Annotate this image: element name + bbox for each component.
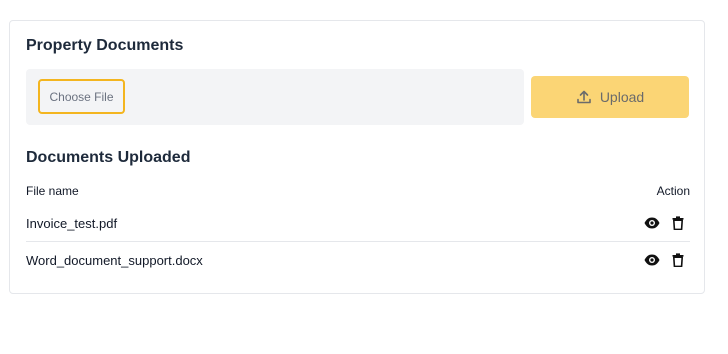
section-title: Property Documents [26, 37, 184, 54]
table-row: Invoice_test.pdf [26, 205, 690, 242]
eye-icon[interactable] [644, 252, 660, 268]
uploaded-section-title: Documents Uploaded [26, 149, 191, 166]
upload-icon [576, 89, 592, 105]
eye-icon[interactable] [644, 215, 660, 231]
column-header-file-name: File name [26, 184, 79, 198]
column-header-action: Action [656, 184, 690, 198]
trash-icon[interactable] [670, 252, 686, 268]
choose-file-button[interactable]: Choose File [38, 79, 125, 114]
file-input-area[interactable]: Choose File [26, 69, 524, 125]
file-name-cell: Word_document_support.docx [26, 252, 203, 268]
upload-button-label: Upload [599, 89, 645, 105]
trash-icon[interactable] [670, 215, 686, 231]
file-name-cell: Invoice_test.pdf [26, 215, 118, 231]
documents-table: File name Action Invoice_test.pdf Word_d… [26, 177, 690, 278]
property-documents-card: Property Documents Choose File Upload Do… [9, 20, 705, 294]
upload-button[interactable]: Upload [531, 76, 689, 118]
row-actions [644, 215, 690, 231]
row-actions [644, 252, 690, 268]
table-row: Word_document_support.docx [26, 242, 690, 278]
table-header: File name Action [26, 177, 690, 205]
